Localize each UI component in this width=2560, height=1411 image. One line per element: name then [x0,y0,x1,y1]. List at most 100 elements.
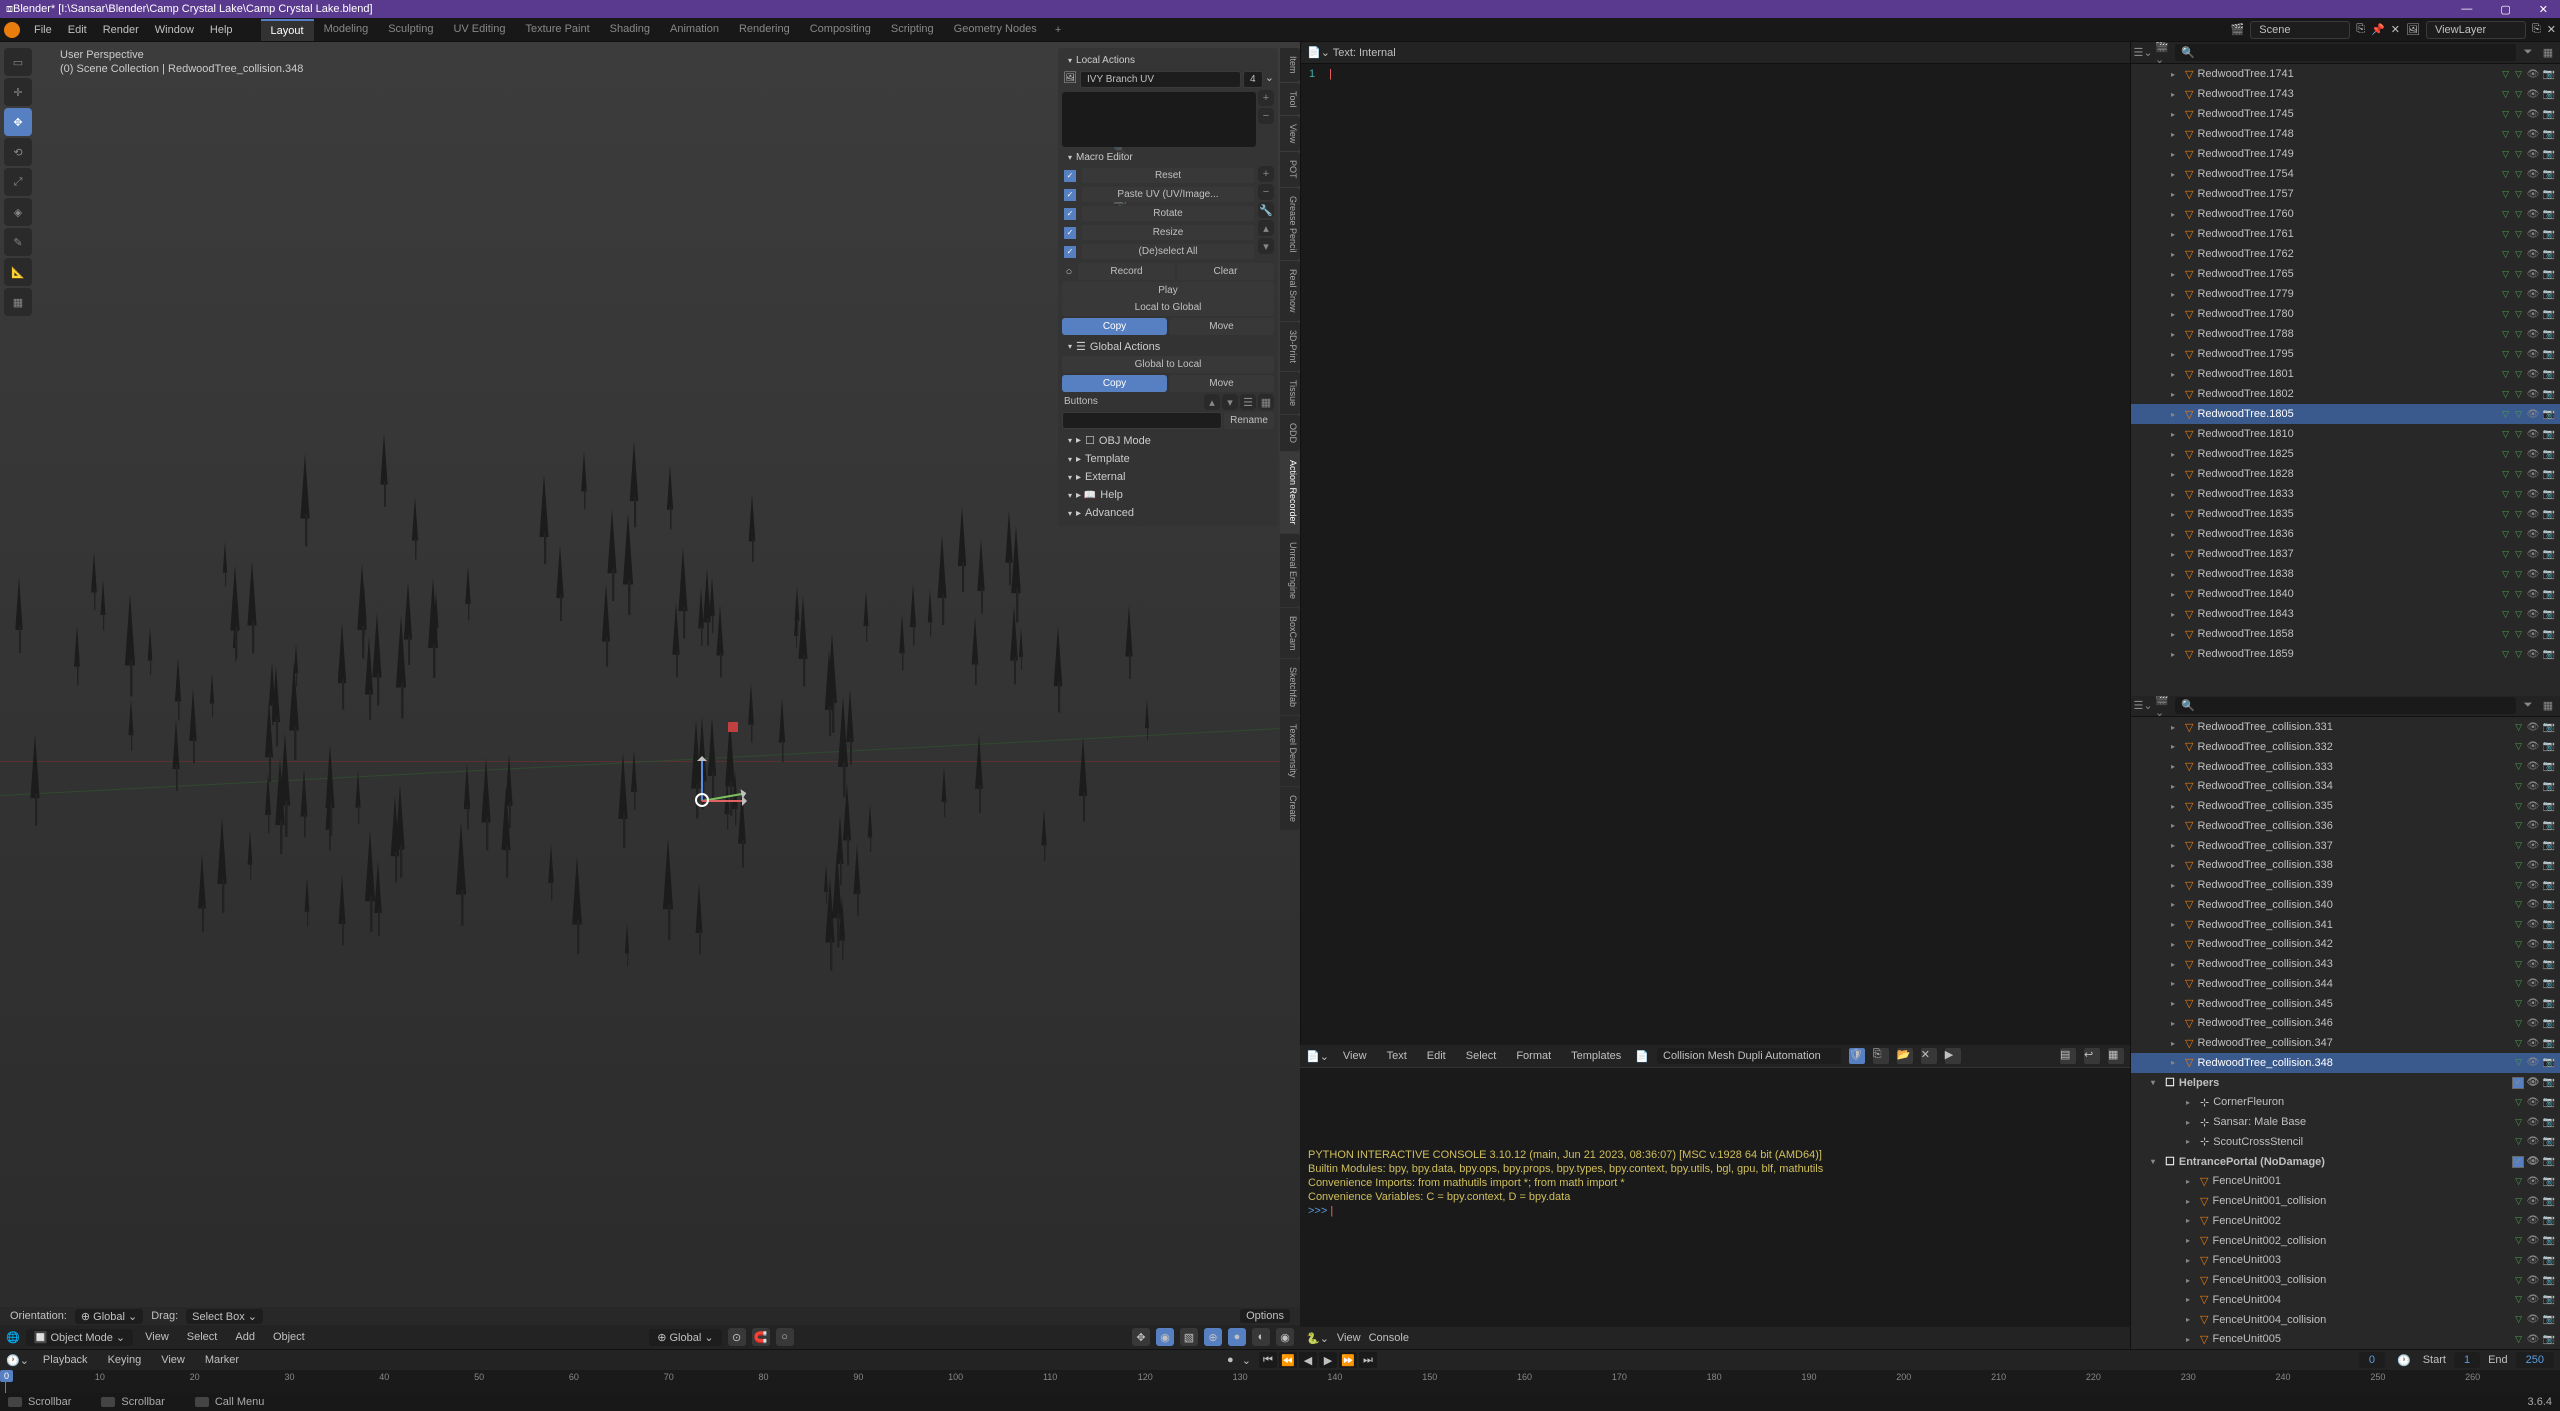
grid-mode-icon[interactable]: ▦ [1258,394,1274,410]
eye-icon[interactable]: 👁 [2526,129,2540,140]
eye-icon[interactable]: 👁 [2526,549,2540,560]
expand-icon[interactable]: ▸ [2171,450,2181,459]
eye-icon[interactable]: 👁 [2526,1334,2540,1345]
text-name-field[interactable]: Collision Mesh Dupli Automation [1657,1048,1841,1064]
jump-start-icon[interactable]: ⏮ [1259,1352,1277,1368]
move-local-button[interactable]: Move [1169,318,1274,335]
disable-icon[interactable]: 📷 [2542,801,2556,812]
macro-row[interactable]: ✓Resize [1062,223,1256,242]
text-edit-menu[interactable]: Edit [1421,1050,1452,1062]
expand-icon[interactable]: ▸ [2186,1118,2196,1127]
disable-icon[interactable]: 📷 [2542,469,2556,480]
expand-icon[interactable]: ▸ [2171,940,2181,949]
clear-button[interactable]: Clear [1177,263,1274,280]
outliner-item[interactable]: ▸ ▽ RedwoodTree_collision.347 ▽ 👁 📷 [2131,1033,2560,1053]
drag-dropdown[interactable]: Select Box ⌄ [186,1309,263,1324]
expand-icon[interactable]: ▸ [2186,1315,2196,1324]
list-mode-icon[interactable]: ☰ [1240,394,1256,410]
expand-icon[interactable]: ▸ [2171,170,2181,179]
add-workspace-button[interactable]: + [1047,24,1069,36]
disable-icon[interactable]: 📷 [2542,109,2556,120]
expand-icon[interactable]: ▸ [2171,841,2181,850]
add-layer-icon[interactable]: + [1258,90,1274,106]
outliner-item[interactable]: ▸ ▽ RedwoodTree_collision.337 ▽ 👁 📷 [2131,836,2560,856]
n-tab-sketchfab[interactable]: Sketchfab [1280,659,1300,715]
console-editor-icon[interactable]: 🐍⌄ [1306,1332,1329,1345]
expand-icon[interactable]: ▸ [2171,390,2181,399]
disable-icon[interactable]: 📷 [2542,409,2556,420]
maximize-button[interactable]: ▢ [2494,3,2516,16]
workspace-tab-geometry-nodes[interactable]: Geometry Nodes [944,19,1047,41]
expand-icon[interactable]: ▸ [2171,900,2181,909]
eye-icon[interactable]: 👁 [2526,269,2540,280]
scene-field[interactable]: Scene [2250,21,2350,39]
eye-icon[interactable]: 👁 [2526,1235,2540,1246]
expand-icon[interactable]: ▸ [2171,470,2181,479]
outliner-item[interactable]: ▸ ▽ RedwoodTree_collision.334 ▽ 👁 📷 [2131,776,2560,796]
eye-icon[interactable]: 👁 [2526,609,2540,620]
record-button[interactable]: Record [1078,263,1175,280]
macro-checkbox[interactable]: ✓ [1064,227,1076,239]
eye-icon[interactable]: 👁 [2526,69,2540,80]
select-menu[interactable]: Select [181,1331,224,1343]
disable-icon[interactable]: 📷 [2542,189,2556,200]
macro-remove-icon[interactable]: − [1258,184,1274,200]
expand-icon[interactable]: ▸ [2171,821,2181,830]
object-menu[interactable]: Object [267,1331,311,1343]
workspace-tab-animation[interactable]: Animation [660,19,729,41]
disable-icon[interactable]: 📷 [2542,959,2556,970]
outliner-editor-icon-2[interactable]: ☰⌄ [2135,698,2151,714]
preview-range-icon[interactable]: 🕐 [2393,1354,2415,1367]
text-open-icon[interactable]: 📂 [1897,1048,1913,1064]
disable-icon[interactable]: 📷 [2542,880,2556,891]
macro-row[interactable]: ✓(De)select All [1062,242,1256,261]
timeline-view-menu[interactable]: View [155,1354,191,1366]
close-button[interactable]: ✕ [2533,3,2554,16]
remove-layer-icon[interactable]: − [1258,108,1274,124]
expand-icon[interactable]: ▸ [2171,190,2181,199]
workspace-tab-layout[interactable]: Layout [261,19,314,41]
scale-tool[interactable]: ⤢ [4,168,32,196]
outliner-item[interactable]: ▸ ▽ FenceUnit002 ▽ 👁 📷 [2131,1211,2560,1231]
disable-icon[interactable]: 📷 [2542,429,2556,440]
shading-solid-icon[interactable]: ● [1228,1328,1246,1346]
macro-checkbox[interactable]: ✓ [1064,208,1076,220]
menu-window[interactable]: Window [147,24,202,36]
blender-logo-icon[interactable] [4,22,20,38]
n-tab-real-snow[interactable]: Real Snow [1280,261,1300,321]
snap-icon[interactable]: 🧲 [752,1328,770,1346]
eye-icon[interactable]: 👁 [2526,209,2540,220]
disable-icon[interactable]: 📷 [2542,529,2556,540]
eye-icon[interactable]: 👁 [2526,939,2540,950]
disable-icon[interactable]: 📷 [2542,781,2556,792]
uv-name-field[interactable]: IVY Branch UV [1080,71,1241,88]
expand-icon[interactable]: ▸ [2171,250,2181,259]
eye-icon[interactable]: 👁 [2526,1255,2540,1266]
marker-menu[interactable]: Marker [199,1354,245,1366]
eye-icon[interactable]: 👁 [2526,309,2540,320]
pivot-icon[interactable]: ⊙ [728,1328,746,1346]
eye-icon[interactable]: 👁 [2526,589,2540,600]
3d-viewport[interactable]: User Perspective (0) Scene Collection | … [0,42,1300,1349]
minimize-button[interactable]: — [2455,3,2478,16]
collection-entrance-portal[interactable]: ▾ ☐ EntrancePortal (NoDamage) ✓ 👁📷 [2131,1152,2560,1172]
outliner-item[interactable]: ▸ ▽ RedwoodTree.1757 ▽ ▽ 👁 📷 [2131,184,2560,204]
expand-icon[interactable]: ▸ [2171,510,2181,519]
workspace-tab-sculpting[interactable]: Sculpting [378,19,443,41]
outliner-item[interactable]: ▸ ▽ RedwoodTree.1745 ▽ ▽ 👁 📷 [2131,104,2560,124]
outliner-item[interactable]: ▸ ▽ RedwoodTree.1780 ▽ ▽ 👁 📷 [2131,304,2560,324]
text-format-menu[interactable]: Format [1510,1050,1557,1062]
eye-icon[interactable]: 👁 [2526,189,2540,200]
workspace-tab-uv-editing[interactable]: UV Editing [443,19,515,41]
expand-icon[interactable]: ▸ [2171,430,2181,439]
expand-icon[interactable]: ▸ [2186,1236,2196,1245]
text-text-menu[interactable]: Text [1381,1050,1413,1062]
expand-icon[interactable]: ▸ [2171,630,2181,639]
copy-local-button[interactable]: Copy [1062,318,1167,335]
expand-icon[interactable]: ▸ [2171,490,2181,499]
eye-icon[interactable]: 👁 [2526,1038,2540,1049]
outliner-item[interactable]: ▸ ▽ RedwoodTree.1835 ▽ ▽ 👁 📷 [2131,504,2560,524]
n-tab-item[interactable]: Item [1280,48,1300,82]
outliner-item[interactable]: ▸ ▽ RedwoodTree.1749 ▽ ▽ 👁 📷 [2131,144,2560,164]
expand-icon[interactable]: ▸ [2171,350,2181,359]
